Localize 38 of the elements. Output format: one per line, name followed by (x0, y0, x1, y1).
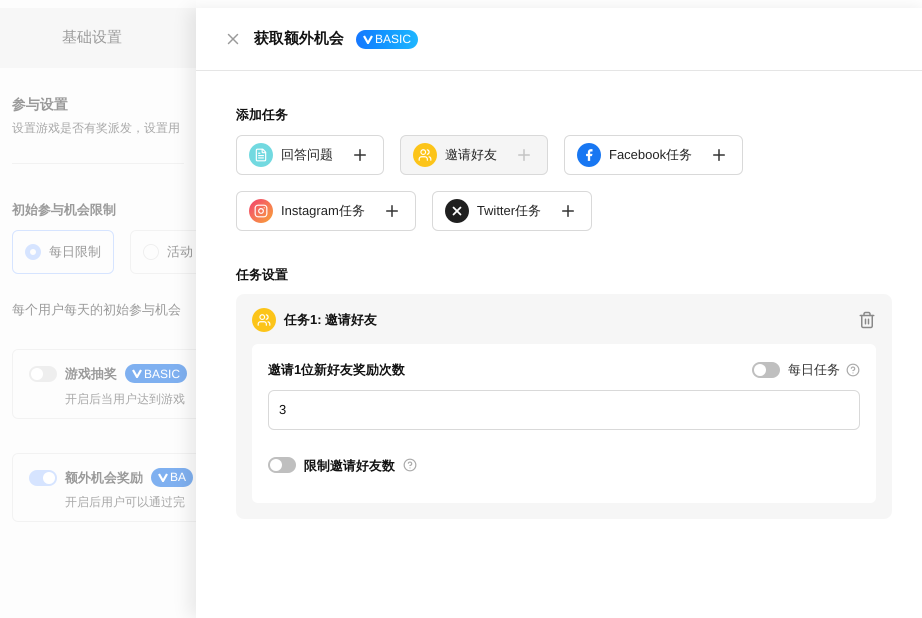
toggle-switch[interactable] (29, 470, 57, 486)
help-icon (403, 458, 417, 472)
card-title: 额外机会奖励 (65, 468, 143, 486)
x-logo-icon (444, 198, 469, 222)
card-description: 开启后当用户达到游戏 (65, 390, 186, 408)
basic-badge: BA (151, 468, 194, 487)
field-label: 邀请1位新好友奖励次数 (268, 361, 406, 379)
field-label: 初始参与机会限制 (12, 201, 117, 219)
card-description: 开启后用户可以通过完 (65, 494, 186, 511)
add-task-button[interactable]: Twitter任务 (432, 190, 592, 230)
toggle-switch[interactable] (752, 362, 780, 378)
section-title: 参与设置 (12, 95, 69, 114)
toggle-label: 每日任务 (788, 361, 840, 379)
delete-button[interactable] (858, 311, 876, 329)
card-title: 游戏抽奖 (65, 365, 117, 383)
basic-badge: BASIC (356, 30, 418, 48)
note-icon (249, 142, 273, 166)
instagram-icon (249, 198, 273, 222)
section-description: 设置游戏是否有奖派发，设置用 (12, 120, 181, 137)
add-task-button[interactable]: Instagram任务 (236, 190, 416, 230)
toggle-switch[interactable] (268, 457, 296, 474)
users-icon (252, 308, 276, 332)
add-task-button[interactable]: 回答问题 (236, 134, 384, 174)
v-logo-icon (132, 369, 142, 378)
v-logo-icon (158, 472, 168, 482)
toggle-label: 限制邀请好友数 (304, 456, 395, 474)
v-logo-icon (363, 34, 373, 44)
section-label: 任务设置 (236, 266, 289, 284)
add-task-button[interactable]: Facebook任务 (564, 134, 744, 174)
input-field[interactable]: 3 (268, 390, 860, 430)
limit-description: 每个用户每天的初始参与机会 (12, 300, 182, 318)
section-label: 添加任务 (236, 106, 289, 124)
help-icon (846, 362, 860, 377)
task-title: 任务1: 邀请好友 (284, 311, 378, 330)
drawer-title: 获取额外机会 (254, 28, 344, 49)
facebook-icon (577, 142, 601, 166)
users-icon (413, 142, 437, 166)
basic-badge: BASIC (125, 364, 188, 384)
